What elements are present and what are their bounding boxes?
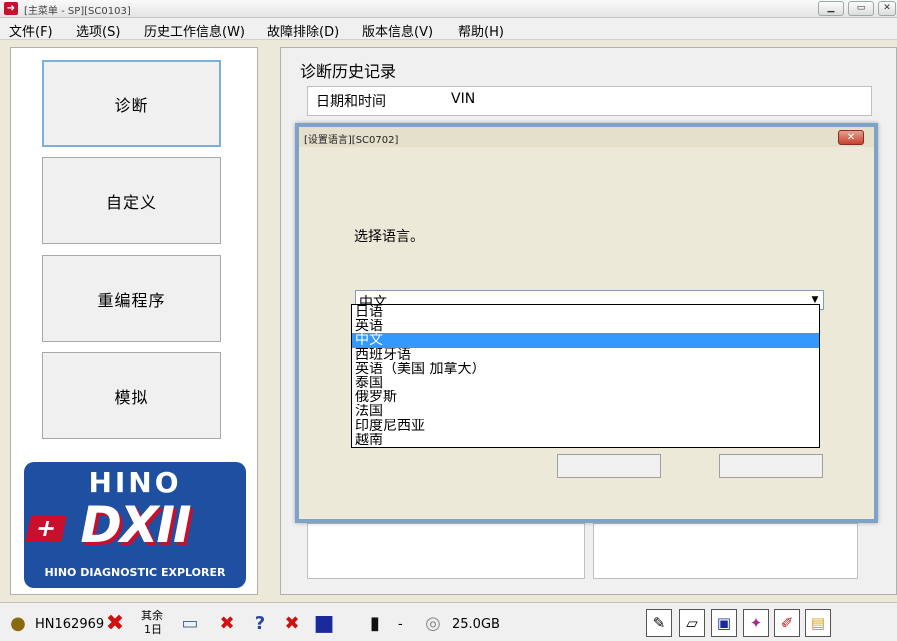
- language-option[interactable]: 泰国: [352, 376, 819, 390]
- language-prompt: 选择语言。: [354, 229, 424, 245]
- language-option[interactable]: 日语: [352, 305, 819, 319]
- battery-icon: ▮: [370, 612, 380, 634]
- history-table-header: 日期和时间 VIN: [307, 86, 872, 116]
- close-button[interactable]: ✕: [878, 1, 896, 16]
- menu-version[interactable]: 版本信息(V): [362, 21, 433, 40]
- menu-bar: 文件(F) 选项(S) 历史工作信息(W) 故障排除(D) 版本信息(V) 帮助…: [0, 18, 897, 40]
- history-list-left[interactable]: [307, 523, 585, 579]
- remaining-value: 1日: [144, 623, 162, 636]
- logo-brand: HINO: [88, 466, 182, 499]
- user-id: HN162969: [35, 617, 105, 632]
- disk-icon: ◎: [425, 612, 441, 634]
- language-option[interactable]: 俄罗斯: [352, 390, 819, 404]
- language-option[interactable]: 中文: [352, 333, 819, 348]
- language-dropdown-list: 日语 英语 中文 西班牙语 英语（美国 加拿大） 泰国 俄罗斯 法国 印度尼西亚 越南: [351, 304, 820, 448]
- logo-product: DXII: [80, 496, 191, 554]
- paint-icon[interactable]: ✦: [743, 609, 769, 637]
- truck-icon: ■: [313, 610, 335, 636]
- custom-button[interactable]: 自定义: [42, 157, 221, 244]
- language-option[interactable]: 法国: [352, 404, 819, 418]
- dialog-title: [设置语言][SC0702]: [304, 135, 399, 146]
- edit-icon[interactable]: ✐: [774, 609, 800, 637]
- help-error-icon: ✖: [284, 612, 300, 634]
- connection-error-icon: ✖: [105, 610, 125, 636]
- menu-help[interactable]: 帮助(H): [458, 21, 504, 40]
- dialog-title-bar: [设置语言][SC0702] ✕: [299, 127, 874, 147]
- pen-tool-icon[interactable]: ✎: [646, 609, 672, 637]
- language-option[interactable]: 英语: [352, 319, 819, 333]
- menu-history[interactable]: 历史工作信息(W): [144, 21, 245, 40]
- left-nav-panel: 诊断 自定义 重编程序 模拟 HINO + DXII HINO DIAGNOST…: [10, 47, 258, 595]
- maximize-button[interactable]: ▭: [848, 1, 874, 16]
- logo-subtitle: HINO DIAGNOSTIC EXPLORER: [44, 566, 226, 579]
- history-title: 诊断历史记录: [300, 62, 397, 81]
- save-icon[interactable]: ▣: [711, 609, 737, 637]
- language-option[interactable]: 英语（美国 加拿大）: [352, 362, 819, 376]
- window-title: [主菜单 - SP][SC0103]: [24, 6, 131, 17]
- app-icon[interactable]: ➜: [4, 2, 18, 15]
- folder-icon[interactable]: ▤: [805, 609, 831, 637]
- dialog-close-button[interactable]: ✕: [838, 130, 864, 145]
- language-option[interactable]: 越南: [352, 433, 819, 447]
- battery-value: -: [398, 617, 403, 632]
- simulate-button[interactable]: 模拟: [42, 352, 221, 439]
- disk-space: 25.0GB: [452, 617, 500, 632]
- reprogram-button[interactable]: 重编程序: [42, 255, 221, 342]
- laptop-error-icon: ✖: [219, 612, 235, 634]
- column-vin[interactable]: VIN: [451, 91, 475, 107]
- hino-dx2-logo: HINO + DXII HINO DIAGNOSTIC EXPLORER: [24, 462, 246, 588]
- minimize-button[interactable]: ▁: [818, 1, 844, 16]
- status-bar: ● HN162969 ✖ 其余 1日 ▭ ✖ ? ✖ ■ ▮ - ◎ 25.0G…: [0, 602, 897, 641]
- laptop-icon: ▭: [181, 612, 199, 634]
- ok-button[interactable]: [557, 454, 661, 478]
- history-list-right[interactable]: [593, 523, 858, 579]
- help-icon[interactable]: ?: [248, 611, 272, 635]
- user-icon: ●: [10, 612, 26, 634]
- cancel-button[interactable]: [719, 454, 823, 478]
- menu-file[interactable]: 文件(F): [9, 21, 53, 40]
- column-datetime[interactable]: 日期和时间: [316, 91, 386, 111]
- language-option[interactable]: 西班牙语: [352, 348, 819, 362]
- eraser-tool-icon[interactable]: ▱: [679, 609, 705, 637]
- diagnose-button[interactable]: 诊断: [42, 60, 221, 147]
- language-option[interactable]: 印度尼西亚: [352, 419, 819, 433]
- menu-troubleshoot[interactable]: 故障排除(D): [267, 21, 339, 40]
- menu-options[interactable]: 选项(S): [76, 21, 120, 40]
- title-bar: ➜ [主菜单 - SP][SC0103] ▁ ▭ ✕: [0, 0, 897, 18]
